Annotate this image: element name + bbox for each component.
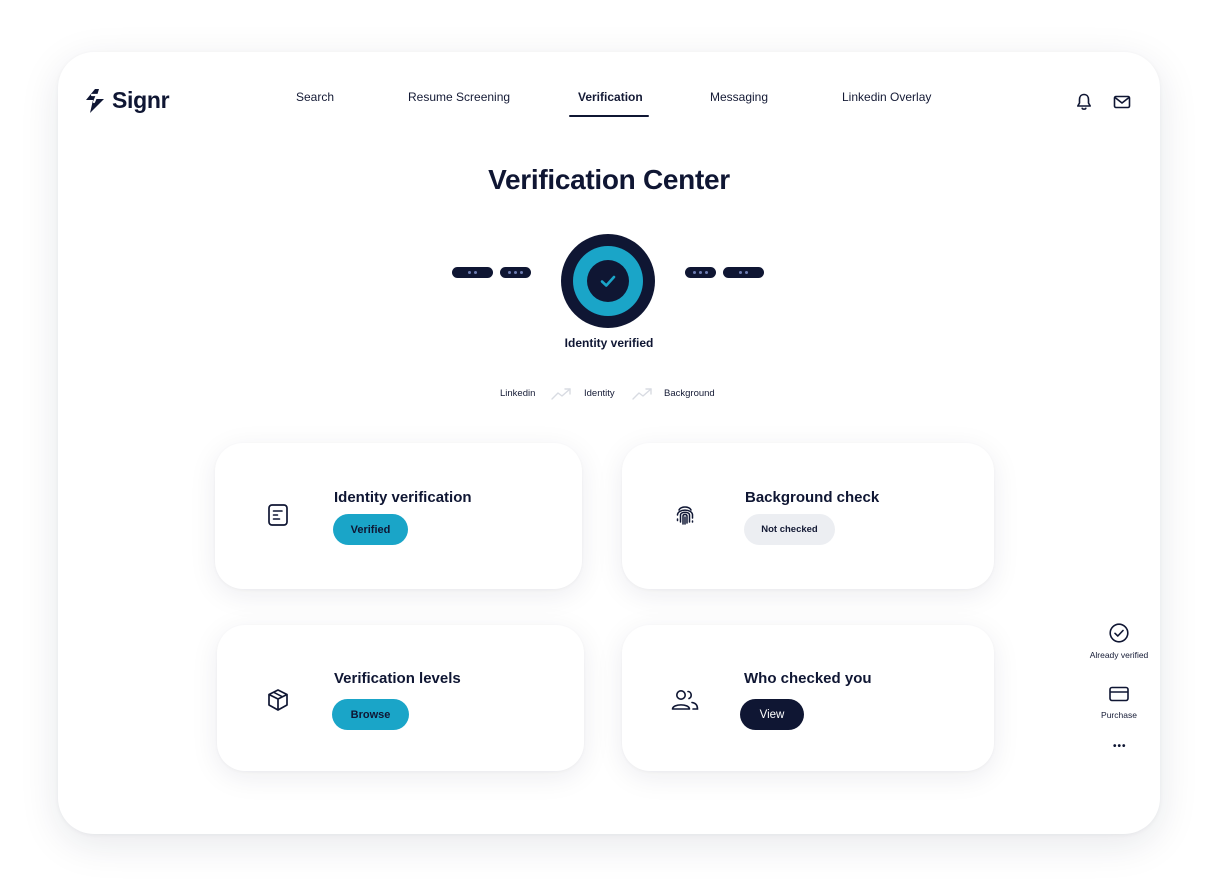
card-who-checked-you[interactable]: Who checked you View <box>622 625 994 771</box>
nav-verification[interactable]: Verification <box>578 90 643 104</box>
step-background: Background <box>664 388 715 399</box>
page-title: Verification Center <box>488 164 730 195</box>
nav-messaging[interactable]: Messaging <box>710 90 768 104</box>
already-verified-label: Already verified <box>1089 650 1149 660</box>
check-icon <box>600 275 616 287</box>
verified-badge <box>561 234 655 328</box>
fingerprint-icon <box>676 506 694 525</box>
nav-active-indicator <box>569 115 649 117</box>
credit-card-icon <box>1109 686 1129 702</box>
already-verified-action[interactable]: Already verified <box>1078 622 1160 660</box>
step-arrow-icon <box>551 388 571 400</box>
document-icon <box>268 504 288 526</box>
not-checked-button[interactable]: Not checked <box>744 514 835 545</box>
progress-pill <box>723 267 764 278</box>
nav-resume-screening[interactable]: Resume Screening <box>408 90 510 104</box>
nav-linkedin-overlay[interactable]: Linkedin Overlay <box>842 90 931 104</box>
bell-icon[interactable] <box>1074 92 1094 112</box>
card-identity-verification[interactable]: Identity verification Verified <box>215 443 582 589</box>
check-circle-icon <box>1109 623 1129 643</box>
verified-button[interactable]: Verified <box>333 514 408 545</box>
purchase-action[interactable]: Purchase <box>1088 684 1150 720</box>
card-background-check[interactable]: Background check Not checked <box>622 443 994 589</box>
card-title: Verification levels <box>334 670 461 687</box>
card-verification-levels[interactable]: Verification levels Browse <box>217 625 584 771</box>
card-title: Identity verification <box>334 489 472 506</box>
box-icon <box>268 689 288 711</box>
browse-button[interactable]: Browse <box>332 699 409 730</box>
brand-name: Signr <box>112 87 170 113</box>
view-button[interactable]: View <box>740 699 804 730</box>
signr-logo-icon <box>86 88 104 113</box>
step-identity: Identity <box>584 388 615 399</box>
mail-icon[interactable] <box>1112 92 1132 112</box>
step-arrow-icon <box>632 388 652 400</box>
purchase-label: Purchase <box>1101 710 1137 720</box>
progress-pill <box>685 267 716 278</box>
app-window: Signr Search Resume Screening Verificati… <box>58 52 1160 834</box>
more-options-button[interactable]: ••• <box>1113 741 1127 752</box>
verification-status: Identity verified <box>564 336 654 350</box>
step-linkedin: Linkedin <box>500 388 536 399</box>
progress-pill <box>452 267 493 278</box>
card-title: Background check <box>745 489 880 506</box>
brand-logo[interactable]: Signr <box>84 87 170 114</box>
users-icon <box>671 690 699 710</box>
progress-pill <box>500 267 531 278</box>
nav-search[interactable]: Search <box>296 90 334 104</box>
card-title: Who checked you <box>744 670 872 687</box>
